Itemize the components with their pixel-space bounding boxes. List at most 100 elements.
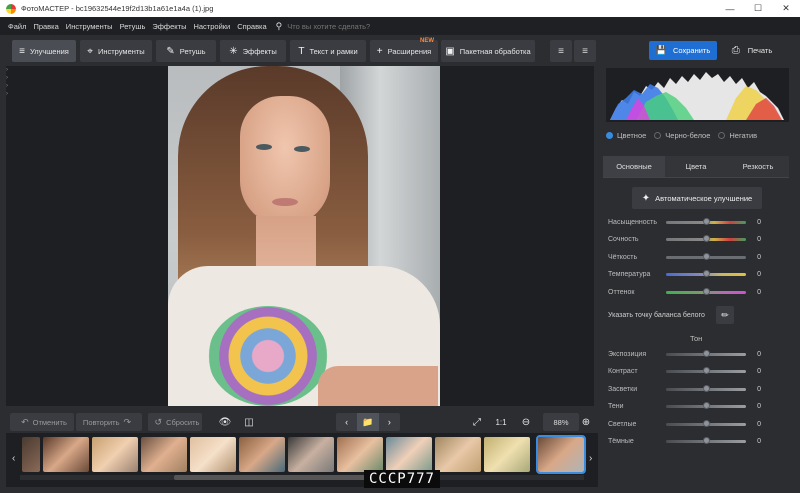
mode-negative[interactable]: Негатив (718, 131, 757, 140)
filmstrip-scroll-thumb[interactable] (174, 475, 374, 480)
temperature-track[interactable] (666, 269, 746, 277)
lights-track[interactable] (666, 419, 746, 427)
filmstrip-thumbnail[interactable] (288, 437, 334, 472)
darks-track[interactable] (666, 436, 746, 444)
menu-help[interactable]: Справка (237, 22, 266, 31)
filmstrip-thumbnail[interactable] (141, 437, 187, 472)
mode-color[interactable]: Цветное (606, 131, 646, 140)
slider-highlights: Засветки 0 (608, 382, 788, 396)
menu-settings[interactable]: Настройки (193, 22, 230, 31)
close-icon[interactable]: ✕ (772, 0, 800, 17)
tint-track[interactable] (666, 287, 746, 295)
slider-knob[interactable] (703, 419, 710, 427)
tone-section-label: Тон (690, 334, 703, 343)
zoom-in-icon[interactable]: ⊕ (577, 413, 595, 431)
zoom-level[interactable]: 88% (543, 413, 579, 431)
slider-knob[interactable] (703, 252, 710, 260)
slider-knob[interactable] (703, 384, 710, 392)
filmstrip-thumbnail[interactable] (22, 437, 40, 472)
slider-knob[interactable] (703, 401, 710, 409)
app-logo-icon (6, 3, 16, 14)
filmstrip-thumbnail[interactable] (386, 437, 432, 472)
zoom-out-icon[interactable]: ⊖ (517, 413, 535, 431)
tab-effects[interactable]: ✳ Эффекты (220, 40, 286, 62)
menu-retouch[interactable]: Ретушь (120, 22, 146, 31)
filmstrip-thumbnail[interactable] (484, 437, 530, 472)
reset-button[interactable]: ↺ Сбросить (148, 413, 202, 431)
search-input[interactable] (287, 21, 398, 31)
exposure-track[interactable] (666, 349, 746, 357)
filmstrip-thumbnail[interactable] (43, 437, 89, 472)
tab-label: Текст и рамки (309, 46, 358, 56)
filmstrip-thumbnail-selected[interactable] (536, 435, 586, 474)
tab-colors[interactable]: Цвета (665, 156, 727, 177)
filmstrip-thumbnail[interactable] (92, 437, 138, 472)
color-mode-selector: Цветное Черно-белое Негатив (606, 131, 765, 140)
zoom-actual-button[interactable]: 1:1 (490, 413, 512, 431)
slider-knob[interactable] (703, 217, 710, 225)
shadows-track[interactable] (666, 401, 746, 409)
maximize-icon[interactable]: ☐ (744, 0, 772, 17)
highlights-track[interactable] (666, 384, 746, 392)
menu-edit[interactable]: Правка (33, 22, 58, 31)
print-label: Печать (747, 46, 773, 55)
auto-enhance-button[interactable]: ✦ Автоматическое улучшение (632, 187, 762, 209)
vibrance-track[interactable] (666, 234, 746, 242)
redo-button[interactable]: Повторить ↷ (76, 413, 142, 431)
filmstrip-thumbnail[interactable] (239, 437, 285, 472)
tab-tools[interactable]: ⌖ Инструменты (80, 40, 152, 62)
photo-face (240, 96, 330, 226)
tab-enhancements[interactable]: ≡ Улучшения (12, 40, 76, 62)
slider-knob[interactable] (703, 436, 710, 444)
contrast-track[interactable] (666, 366, 746, 374)
tab-label: Эффекты (242, 46, 277, 56)
panel-toggle-arrows[interactable]: › › › › (6, 66, 12, 106)
slider-knob[interactable] (703, 287, 710, 295)
menu-file[interactable]: Файл (8, 22, 26, 31)
clarity-track[interactable] (666, 252, 746, 260)
filmstrip-thumbnail[interactable] (190, 437, 236, 472)
eye-icon[interactable]: 👁 (216, 413, 234, 431)
tab-text-frames[interactable]: T Текст и рамки (290, 40, 366, 62)
tab-extensions[interactable]: + Расширения NEW (370, 38, 438, 62)
radio-unselected (718, 132, 726, 139)
saturation-track[interactable] (666, 217, 746, 225)
remove-layer-icon[interactable]: ≡ (574, 40, 596, 62)
fit-screen-icon[interactable]: ⤢ (468, 413, 486, 431)
folder-icon[interactable]: 📁 (357, 413, 379, 431)
save-button[interactable]: 💾 Сохранить (649, 41, 717, 60)
filmstrip-next-icon[interactable]: › (589, 453, 592, 464)
slider-knob[interactable] (703, 349, 710, 357)
mode-bw[interactable]: Черно-белое (654, 131, 710, 140)
print-button[interactable]: ⎙ Печать (724, 41, 780, 60)
menu-search: ⚲ (276, 21, 398, 32)
compare-icon[interactable]: ◫ (240, 413, 258, 431)
prev-image-icon[interactable]: ‹ (336, 413, 357, 431)
tab-basic[interactable]: Основные (603, 156, 665, 177)
tab-retouch[interactable]: ✎ Ретушь (156, 40, 216, 62)
menu-tools[interactable]: Инструменты (66, 22, 113, 31)
filmstrip-thumbnail[interactable] (435, 437, 481, 472)
tab-batch[interactable]: ▣ Пакетная обработка (441, 40, 535, 62)
minimize-icon[interactable]: — (716, 0, 744, 17)
undo-label: Отменить (32, 417, 67, 427)
filmstrip-thumbnail[interactable] (337, 437, 383, 472)
menu-effects[interactable]: Эффекты (152, 22, 186, 31)
next-image-icon[interactable]: › (379, 413, 400, 431)
white-balance-label: Указать точку баланса белого (608, 311, 705, 319)
undo-button[interactable]: ↶ Отменить (10, 413, 74, 431)
canvas-bottom-bar: ↶ Отменить Повторить ↷ ↺ Сбросить 👁 ◫ ‹ … (6, 410, 604, 432)
slider-label: Светлые (608, 420, 637, 428)
slider-knob[interactable] (703, 366, 710, 374)
tab-sharpness[interactable]: Резкость (727, 156, 789, 177)
photo-shirt-print (208, 306, 328, 406)
text-icon: T (298, 45, 305, 57)
slider-knob[interactable] (703, 234, 710, 242)
slider-label: Температура (608, 270, 651, 278)
edited-photo[interactable] (168, 66, 440, 406)
filmstrip-prev-icon[interactable]: ‹ (12, 453, 15, 464)
photo-hand (318, 366, 438, 406)
add-layer-icon[interactable]: ≡ (550, 40, 572, 62)
slider-knob[interactable] (703, 269, 710, 277)
eyedropper-icon[interactable]: ✏ (716, 306, 734, 324)
